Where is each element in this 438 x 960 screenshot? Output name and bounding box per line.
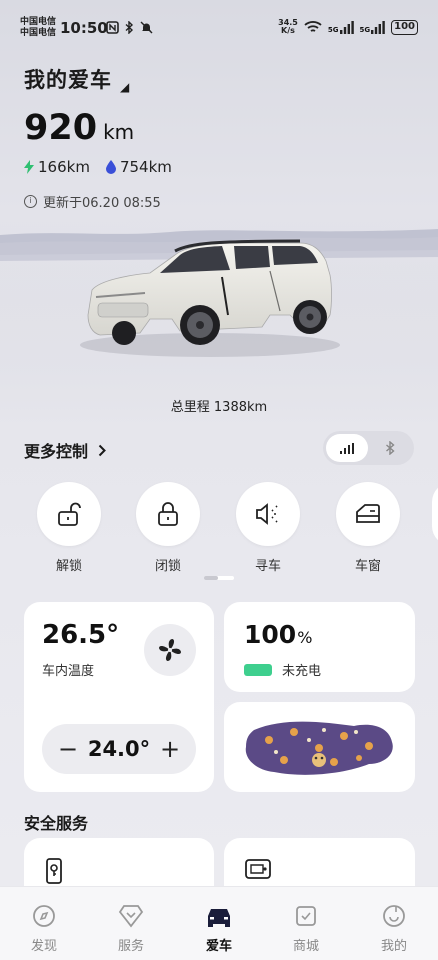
page-title: 我的爱车 <box>24 68 112 92</box>
network-speed-unit: K/s <box>281 26 295 35</box>
tab-discover[interactable]: 发现 <box>14 901 74 954</box>
battery-indicator: 100 <box>391 19 418 35</box>
carrier-2: 中国电信 <box>20 28 57 38</box>
service-icon <box>118 905 144 928</box>
unlock-icon <box>58 502 81 526</box>
tab-car[interactable]: 爱车 <box>189 901 249 954</box>
window-icon <box>356 504 380 523</box>
bluetooth-icon <box>125 21 134 34</box>
charge-status: 未充电 <box>244 660 321 679</box>
temp-decrease-button[interactable]: − <box>58 735 78 763</box>
unlock-control[interactable]: 解锁 <box>36 482 102 574</box>
battery-level-value: 100 <box>244 620 297 649</box>
lock-icon <box>158 502 178 526</box>
status-bar: 中国电信 中国电信 10:50 34.5 K/s 5G 5G 100 <box>0 0 438 56</box>
lock-control[interactable]: 闭锁 <box>135 482 201 574</box>
range-breakdown: 166km 754km <box>24 158 172 176</box>
battery-card[interactable]: 100% 未充电 <box>224 602 415 692</box>
shop-icon <box>296 906 316 926</box>
odometer: 总里程 1388km <box>170 400 268 415</box>
total-range: 920 km <box>24 108 134 148</box>
more-controls-link[interactable]: 更多控制 <box>24 438 106 462</box>
battery-level-unit: % <box>297 628 313 647</box>
info-icon[interactable]: i <box>24 195 37 208</box>
system-icons: 34.5 K/s 5G 5G 100 <box>278 19 418 35</box>
signal-1-label: 5G <box>327 25 339 34</box>
battery-level: 100% <box>244 620 312 649</box>
range-unit: km <box>103 120 135 144</box>
fan-icon <box>159 639 181 661</box>
profile-icon <box>383 905 405 927</box>
temp-increase-button[interactable]: + <box>160 735 180 763</box>
cellular-signal-icon <box>340 442 354 454</box>
find-car-control[interactable]: 寻车 <box>235 482 301 574</box>
fuel-range: 754km <box>105 158 172 176</box>
lock-button[interactable] <box>136 482 200 546</box>
tab-service-label: 服务 <box>117 939 144 954</box>
more-controls-label: 更多控制 <box>24 442 89 461</box>
tab-profile-label: 我的 <box>380 939 407 954</box>
interior-temp: 26.5° <box>42 620 120 650</box>
banner-image <box>245 721 393 775</box>
lightning-icon <box>24 160 34 174</box>
car-icon <box>208 909 230 927</box>
window-button[interactable] <box>336 482 400 546</box>
safety-section-title: 安全服务 <box>24 814 89 833</box>
window-control[interactable]: 车窗 <box>335 482 401 574</box>
charge-status-text: 未充电 <box>282 664 322 679</box>
phone-key-icon <box>46 858 62 884</box>
find-car-button[interactable] <box>236 482 300 546</box>
nfc-icon <box>106 21 119 34</box>
fuel-drop-icon <box>105 160 116 174</box>
unlock-button[interactable] <box>37 482 101 546</box>
battery-bar <box>244 663 272 676</box>
page-indicator-active <box>204 576 218 580</box>
cellular-mode-option[interactable] <box>326 434 368 462</box>
tab-service[interactable]: 服务 <box>101 901 161 954</box>
notification-icons <box>106 21 153 34</box>
update-time-text: 更新于06.20 08:55 <box>43 196 161 211</box>
tab-discover-label: 发现 <box>30 939 57 954</box>
temperature-setpoint: − 24.0° + <box>42 724 196 774</box>
fan-button[interactable] <box>144 624 196 676</box>
wifi-icon <box>304 21 322 32</box>
carrier-labels: 中国电信 中国电信 <box>20 17 56 39</box>
electric-range-value: 166km <box>38 158 90 176</box>
interior-temp-label: 车内温度 <box>42 664 95 679</box>
tab-shop[interactable]: 商城 <box>276 901 336 954</box>
setpoint-value: 24.0° <box>87 737 151 761</box>
next-control-peek[interactable] <box>432 482 438 546</box>
tab-car-label: 爱车 <box>205 939 232 954</box>
banner-card[interactable] <box>224 702 415 792</box>
window-label: 车窗 <box>354 559 381 574</box>
lock-label: 闭锁 <box>154 559 181 574</box>
page-indicator <box>204 576 234 580</box>
unlock-label: 解锁 <box>55 559 82 574</box>
bluetooth-icon <box>386 441 395 455</box>
clock: 10:50 <box>60 19 108 37</box>
electric-range: 166km <box>24 158 90 176</box>
signal-1-icon: 5G <box>327 20 354 34</box>
discover-icon <box>33 905 55 927</box>
find-car-label: 寻车 <box>254 559 281 574</box>
connection-mode-toggle[interactable] <box>323 431 414 465</box>
bluetooth-mode-option[interactable] <box>369 434 411 462</box>
signal-2-label: 5G <box>359 25 371 34</box>
mute-bell-icon <box>140 21 153 34</box>
range-value: 920 <box>24 108 98 148</box>
find-car-icon <box>256 503 278 525</box>
climate-card[interactable]: 26.5° 车内温度 − 24.0° + <box>24 602 214 792</box>
carrier-1: 中国电信 <box>20 17 57 27</box>
dashcam-icon <box>245 859 271 879</box>
update-time: i 更新于06.20 08:55 <box>24 192 161 211</box>
title-edit-mark: ◢ <box>120 80 130 94</box>
chevron-right-icon <box>98 444 106 456</box>
bottom-tab-bar: 发现 服务 爱车 商城 我的 <box>0 886 438 960</box>
network-speed: 34.5 K/s <box>278 19 298 35</box>
tab-shop-label: 商城 <box>292 939 319 954</box>
fuel-range-value: 754km <box>119 158 172 176</box>
signal-2-icon: 5G <box>359 20 386 34</box>
tab-profile[interactable]: 我的 <box>364 901 424 954</box>
